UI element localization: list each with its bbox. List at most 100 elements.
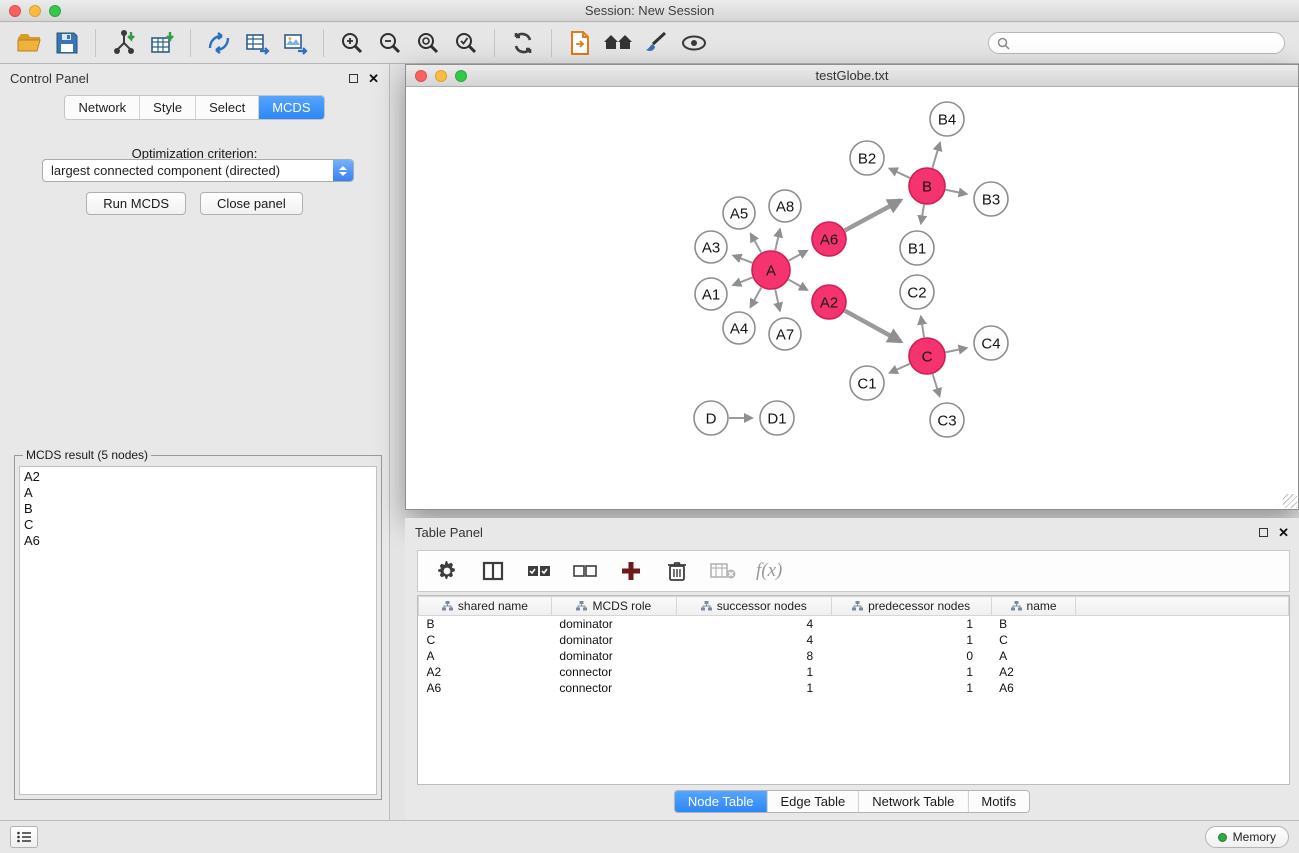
table-cell[interactable]: 8 — [676, 648, 831, 664]
zoom-fit-button[interactable] — [409, 26, 447, 60]
graph-edge-B-B2[interactable] — [890, 169, 910, 178]
node-table-container[interactable]: shared nameMCDS rolesuccessor nodesprede… — [417, 595, 1290, 785]
search-field[interactable] — [988, 32, 1285, 54]
table-cell[interactable]: dominator — [551, 632, 676, 648]
function-builder-button[interactable]: f(x) — [756, 560, 782, 582]
open-session-button[interactable] — [10, 26, 48, 60]
graph-node-D[interactable]: D — [694, 401, 728, 435]
graph-edge-B-B3[interactable] — [946, 190, 967, 194]
create-column-button[interactable] — [618, 558, 644, 584]
graph-node-B4[interactable]: B4 — [930, 102, 964, 136]
graph-edge-A-A5[interactable] — [751, 234, 761, 253]
select-all-button[interactable] — [526, 558, 552, 584]
table-cell[interactable]: 1 — [676, 664, 831, 680]
float-table-panel-icon[interactable] — [1259, 528, 1268, 537]
graph-edge-C-C2[interactable] — [921, 317, 924, 338]
zoom-in-button[interactable] — [333, 26, 371, 60]
graph-edge-C-C4[interactable] — [946, 348, 967, 352]
graph-node-C2[interactable]: C2 — [900, 275, 934, 309]
graph-node-B[interactable]: B — [909, 168, 945, 204]
table-cell[interactable]: connector — [551, 664, 676, 680]
table-cell[interactable]: C — [991, 632, 1076, 648]
table-cell[interactable]: 4 — [676, 616, 831, 632]
graph-edge-C-C1[interactable] — [890, 364, 910, 373]
zoom-selected-button[interactable] — [447, 26, 485, 60]
mcds-result-item[interactable]: C — [24, 517, 372, 533]
graph-edge-A2-C[interactable] — [845, 311, 901, 342]
report-button[interactable] — [561, 26, 599, 60]
delete-table-button[interactable] — [710, 558, 736, 584]
run-mcds-button[interactable]: Run MCDS — [86, 192, 186, 215]
graph-edge-A-A3[interactable] — [733, 256, 752, 263]
table-cell[interactable]: connector — [551, 680, 676, 696]
column-header-predecessor-nodes[interactable]: predecessor nodes — [831, 597, 991, 616]
graph-edge-A-A8[interactable] — [775, 229, 780, 250]
graph-edge-A-A6[interactable] — [789, 251, 807, 261]
network-canvas[interactable]: B4B2BB3A8A5A6B1A3AC2A1A2A4A7C4CC1C3DD1 — [406, 88, 1298, 509]
tab-network[interactable]: Network — [65, 96, 140, 119]
table-row[interactable]: Bdominator41B — [419, 616, 1289, 632]
graph-edge-A-A7[interactable] — [775, 290, 780, 311]
mcds-result-item[interactable]: A — [24, 485, 372, 501]
mcds-result-item[interactable]: B — [24, 501, 372, 517]
delete-column-button[interactable] — [664, 558, 690, 584]
optimization-criterion-dropdown[interactable]: largest connected component (directed) — [42, 159, 354, 182]
table-cell[interactable]: 1 — [831, 616, 991, 632]
column-header-shared-name[interactable]: shared name — [419, 597, 552, 616]
zoom-out-button[interactable] — [371, 26, 409, 60]
table-row[interactable]: A6connector11A6 — [419, 680, 1289, 696]
table-cell[interactable]: 0 — [831, 648, 991, 664]
graph-node-B3[interactable]: B3 — [974, 182, 1008, 216]
close-panel-icon[interactable]: ✕ — [368, 72, 379, 85]
table-cell[interactable]: 1 — [831, 664, 991, 680]
graph-node-C4[interactable]: C4 — [974, 326, 1008, 360]
graph-edge-A-A2[interactable] — [789, 280, 808, 290]
network-canvas-svg[interactable]: B4B2BB3A8A5A6B1A3AC2A1A2A4A7C4CC1C3DD1 — [406, 88, 1298, 509]
network-window-titlebar[interactable]: testGlobe.txt — [406, 65, 1298, 87]
export-image-button[interactable] — [276, 26, 314, 60]
table-cell[interactable]: A6 — [419, 680, 552, 696]
graph-node-A[interactable]: A — [752, 251, 790, 289]
graph-edge-B-B4[interactable] — [932, 143, 939, 168]
graph-edge-A-A1[interactable] — [733, 277, 752, 285]
graph-node-A2[interactable]: A2 — [812, 285, 846, 319]
tab-node-table[interactable]: Node Table — [675, 791, 768, 812]
tab-motifs[interactable]: Motifs — [968, 791, 1029, 812]
close-window-button[interactable] — [9, 5, 21, 17]
table-cell[interactable]: C — [419, 632, 552, 648]
table-cell[interactable]: A2 — [419, 664, 552, 680]
table-row[interactable]: A2connector11A2 — [419, 664, 1289, 680]
graph-node-A8[interactable]: A8 — [769, 190, 801, 222]
graph-edge-B-B1[interactable] — [921, 205, 924, 224]
import-network-button[interactable] — [105, 26, 143, 60]
refresh-button[interactable] — [504, 26, 542, 60]
mcds-result-item[interactable]: A2 — [24, 469, 372, 485]
brush-button[interactable] — [637, 26, 675, 60]
column-header-mcds-role[interactable]: MCDS role — [551, 597, 676, 616]
graph-node-B1[interactable]: B1 — [900, 231, 934, 265]
graph-node-A7[interactable]: A7 — [769, 318, 801, 350]
new-network-button[interactable] — [200, 26, 238, 60]
graph-node-C1[interactable]: C1 — [850, 366, 884, 400]
window-resize-grip[interactable] — [1283, 494, 1297, 508]
tab-mcds[interactable]: MCDS — [259, 96, 323, 119]
table-cell[interactable]: 1 — [676, 680, 831, 696]
import-table-button[interactable] — [143, 26, 181, 60]
graph-node-A1[interactable]: A1 — [695, 278, 727, 310]
mcds-result-item[interactable]: A6 — [24, 533, 372, 549]
table-row[interactable]: Adominator80A — [419, 648, 1289, 664]
graph-edge-A6-B[interactable] — [845, 200, 901, 230]
float-panel-icon[interactable] — [349, 74, 358, 83]
show-panel-list-button[interactable] — [10, 826, 38, 848]
deselect-all-button[interactable] — [572, 558, 598, 584]
mcds-result-list[interactable]: A2ABCA6 — [19, 466, 377, 795]
zoom-window-button[interactable] — [49, 5, 61, 17]
column-header-successor-nodes[interactable]: successor nodes — [676, 597, 831, 616]
graph-node-C[interactable]: C — [909, 338, 945, 374]
tab-style[interactable]: Style — [140, 96, 196, 119]
network-zoom-button[interactable] — [455, 70, 467, 82]
graph-node-A6[interactable]: A6 — [812, 222, 846, 256]
dropdown-stepper-icon[interactable] — [333, 160, 353, 181]
table-cell[interactable]: 4 — [676, 632, 831, 648]
table-cell[interactable]: B — [991, 616, 1076, 632]
